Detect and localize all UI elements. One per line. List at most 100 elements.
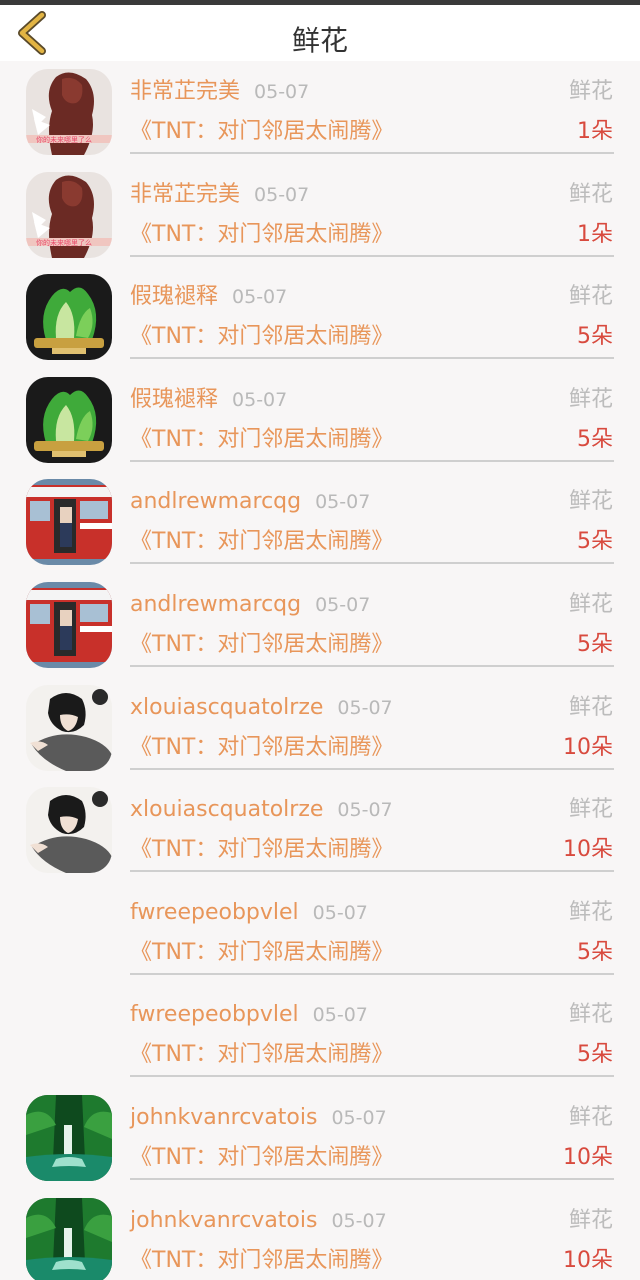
gift-type: 鲜花 [568,591,613,617]
user-name-line: 非常芷完美 05-07 [130,76,309,108]
user-name[interactable]: 非常芷完美 [130,79,240,104]
divider [130,1075,614,1078]
gift-type: 鲜花 [568,1207,613,1233]
divider [130,562,614,565]
gift-count: 5朵 [577,426,613,452]
gift-date: 05-07 [312,901,368,924]
user-name[interactable]: 假瑰褪释 [130,284,218,309]
gift-count: 10朵 [563,1247,613,1273]
show-title[interactable]: 《TNT：对门邻居太闹腾》 [130,526,393,558]
avatar[interactable] [26,377,112,463]
gift-type: 鲜花 [568,386,613,412]
avatar-image [26,69,112,155]
avatar[interactable] [26,274,112,360]
user-name-line: 非常芷完美 05-07 [130,179,309,211]
show-title[interactable]: 《TNT：对门邻居太闹腾》 [130,321,393,353]
user-name[interactable]: fwreepeobpvlel [130,900,299,925]
show-title[interactable]: 《TNT：对门邻居太闹腾》 [130,116,393,148]
show-title[interactable]: 《TNT：对门邻居太闹腾》 [130,219,393,251]
gift-count: 5朵 [577,529,613,555]
divider [130,357,614,360]
user-name-line: andlrewmarcqg 05-07 [130,589,370,621]
gift-type: 鲜花 [568,899,613,925]
list-item[interactable]: fwreepeobpvlel 05-07 鲜花 《TNT：对门邻居太闹腾》 5朵 [0,989,640,1092]
gift-type: 鲜花 [568,489,613,515]
avatar-image [26,582,112,668]
user-name[interactable]: fwreepeobpvlel [130,1002,299,1027]
header-bar: 鲜花 [0,5,640,61]
divider [130,972,614,975]
user-name-line: johnkvanrcvatois 05-07 [130,1205,387,1237]
show-title[interactable]: 《TNT：对门邻居太闹腾》 [130,732,393,764]
user-name-line: 假瑰褪释 05-07 [130,281,287,313]
gift-date: 05-07 [331,1106,387,1129]
page-title: 鲜花 [291,24,348,57]
user-name-line: xlouiascquatolrze 05-07 [130,692,393,724]
avatar-image [26,172,112,258]
avatar-image [26,787,112,873]
gift-count: 5朵 [577,631,613,657]
show-title[interactable]: 《TNT：对门邻居太闹腾》 [130,424,393,456]
gift-count: 5朵 [577,939,613,965]
user-name-line: 假瑰褪释 05-07 [130,384,287,416]
user-name-line: andlrewmarcqg 05-07 [130,486,370,518]
user-name[interactable]: andlrewmarcqg [130,489,301,514]
avatar[interactable] [26,69,112,155]
user-name[interactable]: xlouiascquatolrze [130,695,323,720]
avatar[interactable] [26,685,112,771]
gift-type: 鲜花 [568,181,613,207]
list-item[interactable]: fwreepeobpvlel 05-07 鲜花 《TNT：对门邻居太闹腾》 5朵 [0,887,640,990]
list-item[interactable]: 假瑰褪释 05-07 鲜花 《TNT：对门邻居太闹腾》 5朵 [0,271,640,374]
avatar[interactable] [26,479,112,565]
gift-count: 5朵 [577,1042,613,1068]
avatar-image [26,377,112,463]
show-title[interactable]: 《TNT：对门邻居太闹腾》 [130,937,393,969]
avatar[interactable] [26,1095,112,1181]
user-name[interactable]: 假瑰褪释 [130,387,218,412]
list-item[interactable]: 非常芷完美 05-07 鲜花 《TNT：对门邻居太闹腾》 1朵 [0,169,640,272]
user-name[interactable]: johnkvanrcvatois [130,1208,317,1233]
divider [130,459,614,462]
gift-count: 1朵 [577,221,613,247]
list-item[interactable]: johnkvanrcvatois 05-07 鲜花 《TNT：对门邻居太闹腾》 1… [0,1092,640,1195]
gift-date: 05-07 [315,593,371,616]
divider [130,870,614,873]
gift-date: 05-07 [312,1004,368,1027]
show-title[interactable]: 《TNT：对门邻居太闹腾》 [130,834,393,866]
avatar-image [26,479,112,565]
gift-count: 10朵 [563,837,613,863]
show-title[interactable]: 《TNT：对门邻居太闹腾》 [130,1245,393,1277]
list-item[interactable]: johnkvanrcvatois 05-07 鲜花 《TNT：对门邻居太闹腾》 1… [0,1195,640,1280]
user-name[interactable]: johnkvanrcvatois [130,1105,317,1130]
gift-count: 5朵 [577,324,613,350]
user-name-line: fwreepeobpvlel 05-07 [130,897,368,929]
list-item[interactable]: xlouiascquatolrze 05-07 鲜花 《TNT：对门邻居太闹腾》 … [0,784,640,887]
gift-date: 05-07 [331,1209,387,1232]
gift-date: 05-07 [232,286,288,309]
user-name-line: xlouiascquatolrze 05-07 [130,794,393,826]
gift-date: 05-07 [254,81,310,103]
divider [130,1177,614,1180]
user-name[interactable]: andlrewmarcqg [130,592,301,617]
show-title[interactable]: 《TNT：对门邻居太闹腾》 [130,1039,393,1071]
avatar[interactable] [26,582,112,668]
gift-type: 鲜花 [568,284,613,310]
avatar-image [26,1198,112,1280]
show-title[interactable]: 《TNT：对门邻居太闹腾》 [130,1142,393,1174]
show-title[interactable]: 《TNT：对门邻居太闹腾》 [130,629,393,661]
list-item[interactable]: andlrewmarcqg 05-07 鲜花 《TNT：对门邻居太闹腾》 5朵 [0,476,640,579]
list-item[interactable]: 假瑰褪释 05-07 鲜花 《TNT：对门邻居太闹腾》 5朵 [0,374,640,477]
avatar[interactable] [26,172,112,258]
avatar-image [26,1095,112,1181]
user-name[interactable]: 非常芷完美 [130,182,240,207]
list-item[interactable]: xlouiascquatolrze 05-07 鲜花 《TNT：对门邻居太闹腾》 … [0,682,640,785]
avatar[interactable] [26,787,112,873]
avatar[interactable] [26,1198,112,1280]
avatar-image [26,685,112,771]
list-item[interactable]: andlrewmarcqg 05-07 鲜花 《TNT：对门邻居太闹腾》 5朵 [0,579,640,682]
user-name[interactable]: xlouiascquatolrze [130,797,323,822]
divider [130,152,614,154]
gift-count: 10朵 [563,1144,613,1170]
list-item[interactable]: 非常芷完美 05-07 鲜花 《TNT：对门邻居太闹腾》 1朵 [0,66,640,169]
gift-count: 1朵 [577,119,613,144]
